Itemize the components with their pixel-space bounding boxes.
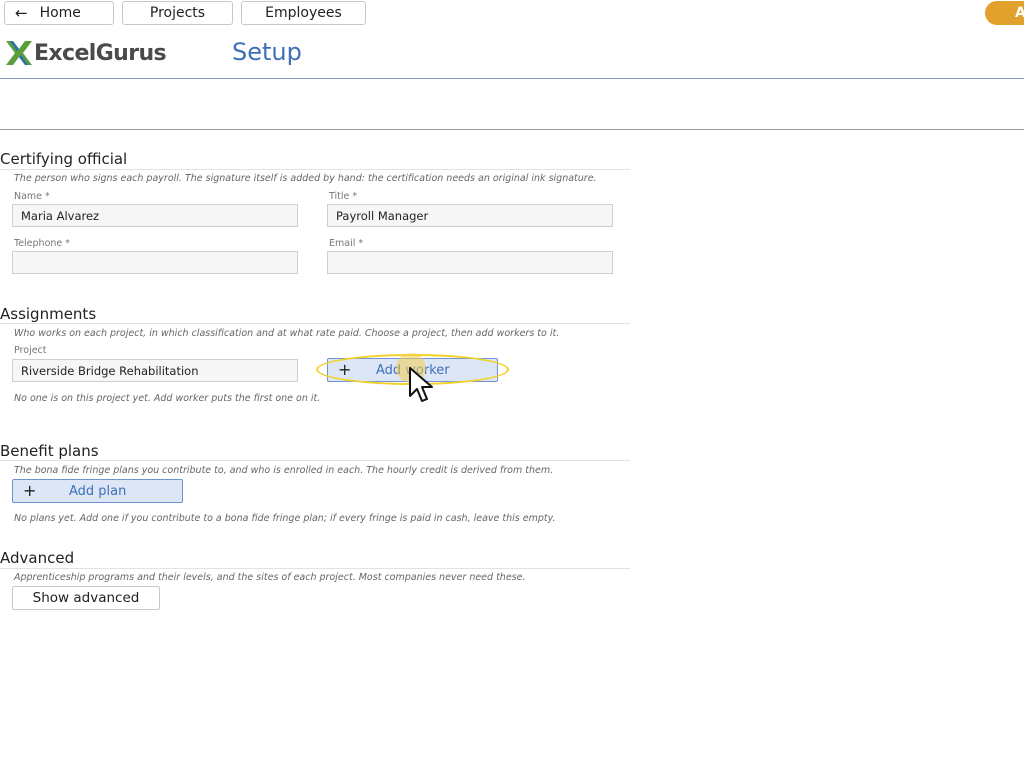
benefits-empty-hint: No plans yet. Add one if you contribute … xyxy=(14,513,556,524)
benefit-plans-heading: Benefit plans xyxy=(0,442,99,460)
assignments-heading: Assignments xyxy=(0,305,97,323)
telephone-field[interactable] xyxy=(12,251,298,274)
brand-logo: ExcelGurus xyxy=(4,37,167,69)
projects-button[interactable]: Projects xyxy=(122,1,233,25)
user-menu-button[interactable]: A xyxy=(985,1,1024,25)
assignments-description: Who works on each project, in which clas… xyxy=(14,328,560,339)
add-plan-button[interactable]: + Add plan xyxy=(12,479,183,503)
certifying-description: The person who signs each payroll. The s… xyxy=(14,173,597,184)
email-field[interactable] xyxy=(327,251,613,274)
projects-label: Projects xyxy=(149,5,206,21)
project-select[interactable]: Riverside Bridge Rehabilitation xyxy=(12,359,298,382)
section-divider xyxy=(0,169,630,170)
assignments-empty-hint: No one is on this project yet. Add worke… xyxy=(14,393,321,404)
project-label: Project xyxy=(14,345,47,356)
section-divider xyxy=(0,568,630,569)
brand-name: ExcelGurus xyxy=(34,40,167,66)
employees-button[interactable]: Employees xyxy=(241,1,366,25)
certifying-official-heading: Certifying official xyxy=(0,150,128,168)
show-advanced-label: Show advanced xyxy=(32,590,140,606)
title-field[interactable]: Payroll Manager xyxy=(327,204,613,227)
header-divider xyxy=(0,78,1024,79)
excelgurus-logo-icon xyxy=(6,41,32,65)
benefits-description: The bona fide fringe plans you contribut… xyxy=(14,465,554,476)
toolbar-divider xyxy=(0,129,1024,130)
employees-label: Employees xyxy=(265,5,342,21)
home-button[interactable]: ← Home xyxy=(4,1,114,25)
name-field[interactable]: Maria Alvarez xyxy=(12,204,298,227)
title-label: Title * xyxy=(329,191,358,202)
name-label: Name * xyxy=(14,191,50,202)
plus-icon: + xyxy=(338,360,352,379)
home-label: Home xyxy=(39,5,81,21)
section-divider xyxy=(0,460,630,461)
advanced-description: Apprenticeship programs and their levels… xyxy=(14,572,526,583)
email-label: Email * xyxy=(329,238,364,249)
advanced-heading: Advanced xyxy=(0,549,75,567)
user-initial: A xyxy=(1015,5,1024,21)
section-divider xyxy=(0,323,630,324)
back-arrow-icon: ← xyxy=(15,4,28,22)
page-title: Setup xyxy=(232,38,302,66)
show-advanced-button[interactable]: Show advanced xyxy=(12,586,160,610)
add-plan-label: Add plan xyxy=(69,483,127,499)
mouse-cursor-icon xyxy=(409,367,433,402)
plus-icon: + xyxy=(23,481,37,500)
telephone-label: Telephone * xyxy=(14,238,71,249)
